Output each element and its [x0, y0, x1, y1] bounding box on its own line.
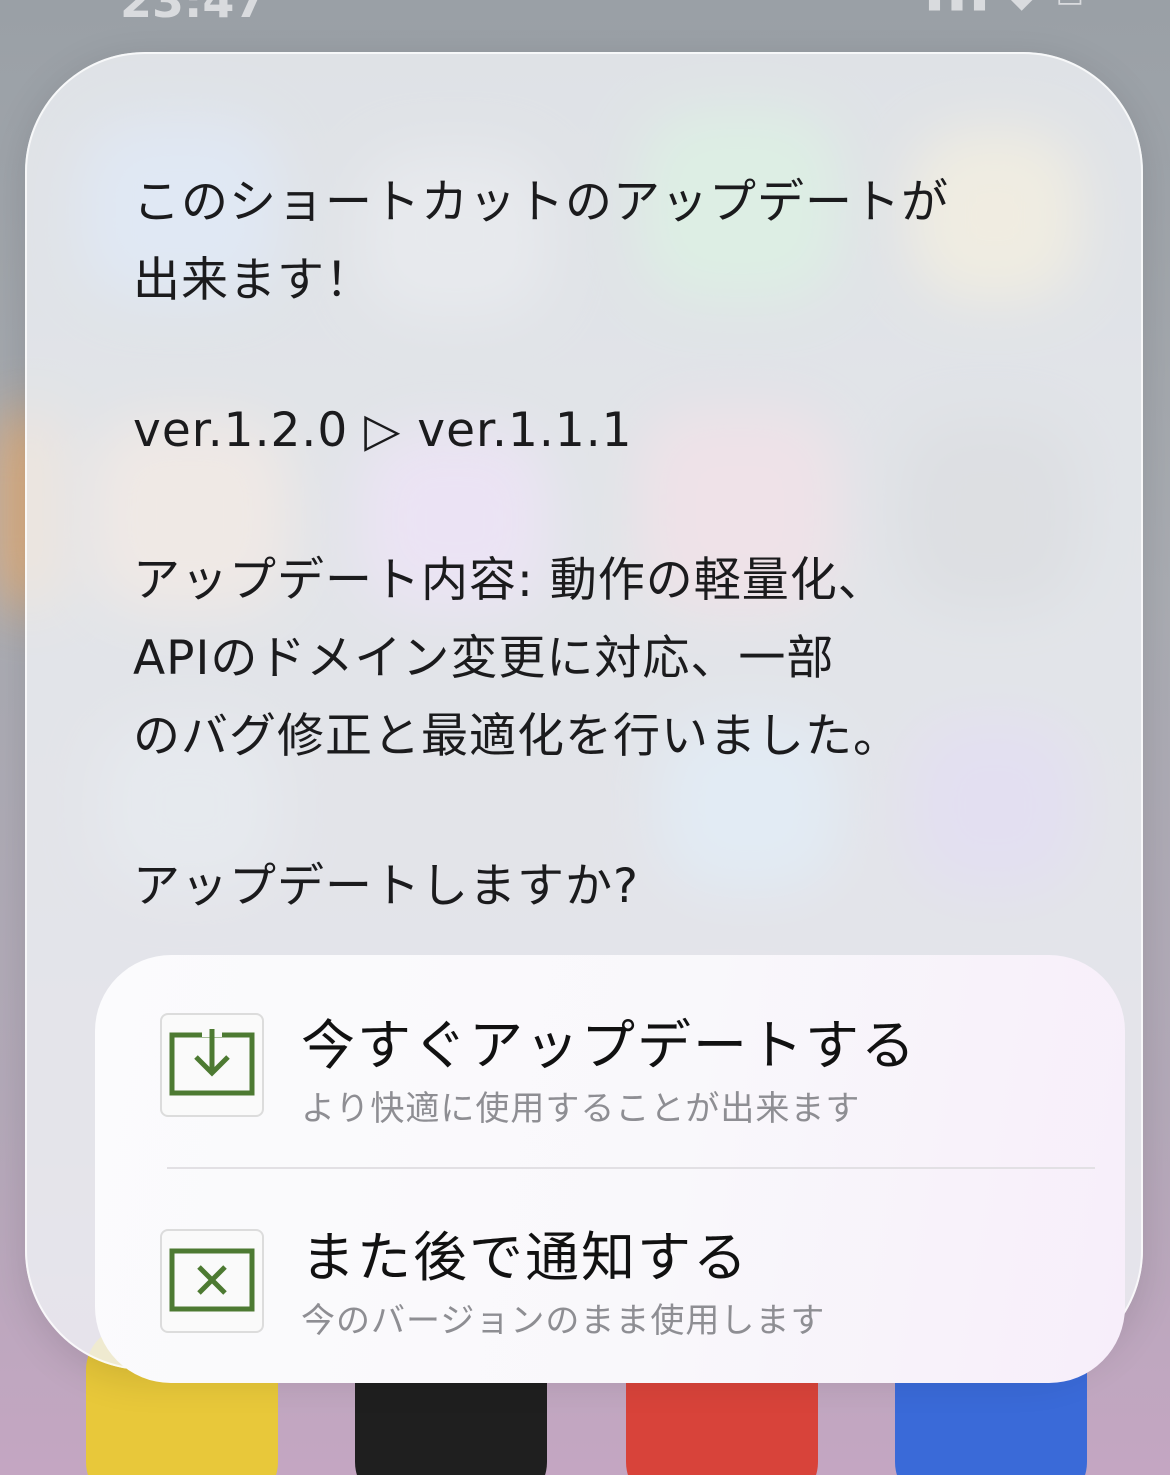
version-line: ver.1.2.0 ▷ ver.1.1.1	[133, 403, 633, 458]
close-box-icon	[160, 1229, 264, 1333]
question-line: アップデートしますか?	[133, 859, 639, 914]
message-line: アップデート内容: 動作の軽量化、	[133, 553, 886, 608]
update-now-button[interactable]: 今すぐアップデートする より快適に使用することが出来ます	[95, 955, 1125, 1169]
dialog-options: 今すぐアップデートする より快適に使用することが出来ます また後で通知する 今の…	[95, 955, 1125, 1383]
message-line: のバグ修正と最適化を行いました。	[133, 709, 901, 764]
message-line: 出来ます！	[133, 253, 373, 308]
download-icon	[160, 1013, 264, 1117]
dialog-message: このショートカットのアップデートが 出来ます！ ver.1.2.0 ▷ ver.…	[133, 164, 1123, 926]
option-subtitle: 今のバージョンのまま使用します	[301, 1301, 826, 1341]
status-time: 23:47	[120, 0, 267, 28]
option-title: また後で通知する	[301, 1226, 749, 1289]
message-line: このショートカットのアップデートが	[133, 175, 949, 230]
status-icons: ▮▮▮ ◆ ▭	[926, 0, 1090, 15]
remind-later-button[interactable]: また後で通知する 今のバージョンのまま使用します	[95, 1169, 1125, 1383]
update-dialog: このショートカットのアップデートが 出来ます！ ver.1.2.0 ▷ ver.…	[25, 52, 1143, 1383]
option-subtitle: より快適に使用することが出来ます	[301, 1089, 861, 1129]
status-bar: 23:47 ▮▮▮ ◆ ▭	[120, 0, 1090, 28]
message-line: APIのドメイン変更に対応、一部	[133, 631, 835, 686]
option-title: 今すぐアップデートする	[301, 1014, 917, 1077]
